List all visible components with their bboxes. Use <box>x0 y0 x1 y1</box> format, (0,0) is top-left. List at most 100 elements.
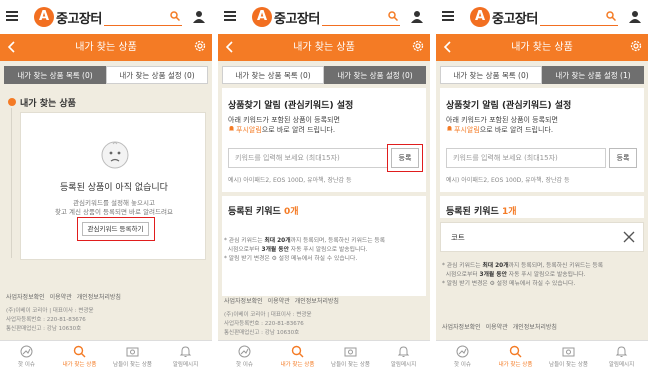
settings-desc-2: 푸시알림으로 바로 알려 드립니다. <box>236 125 335 135</box>
keyword-example: 예시) 아이패드2, EOS 100D, 유아책, 장난감 등 <box>228 177 352 184</box>
search-icon <box>291 345 304 358</box>
section-title: 내가 찾는 상품 <box>20 99 76 109</box>
nav-hot-issue[interactable]: 핫 이슈 <box>0 341 53 370</box>
registered-label: 등록된 키워드 <box>446 207 499 217</box>
close-icon[interactable] <box>623 231 635 243</box>
tab-wanted-settings[interactable]: 내가 찾는 상품 설정 (0) <box>106 66 208 84</box>
register-button[interactable]: 등록 <box>391 148 419 168</box>
footer-info-reg: 사업자등록번호 : 220-81-83676 <box>6 317 86 323</box>
bell-icon <box>397 346 410 357</box>
register-keyword-button[interactable]: 관심키워드 등록하기 <box>82 222 149 236</box>
nav-label: 내가 찾는 상품 <box>498 362 533 368</box>
register-button[interactable]: 등록 <box>609 148 637 168</box>
empty-title: 등록된 상품이 아직 없습니다 <box>60 183 168 193</box>
tab-wanted-settings[interactable]: 내가 찾는 상품 설정 (0) <box>324 66 426 84</box>
footer-link-terms[interactable]: 이용약관 <box>268 298 290 305</box>
user-icon[interactable] <box>411 10 423 23</box>
nav-label: 핫 이슈 <box>454 362 471 368</box>
keyword-input[interactable]: 키워드를 입력해 보세요 (최대15자) <box>446 148 606 168</box>
footer-link-privacy[interactable]: 개인정보처리방침 <box>77 294 121 301</box>
search-icon[interactable] <box>170 11 180 21</box>
empty-state-card: 등록된 상품이 아직 없습니다 관심키워드를 설정해 놓으시고 찾고 계신 상품… <box>20 112 206 260</box>
note-line-3: * 알림 받기 변경은 ⚙ 설정 메뉴에서 하실 수 있습니다. <box>442 281 576 287</box>
registered-label: 등록된 키워드 <box>228 207 281 217</box>
note2-rest: 자동 푸시 알림으로 발송됩니다. <box>288 247 368 253</box>
note2-prefix: 시점으로부터 <box>227 247 262 253</box>
logo-text[interactable]: 중고장터 <box>56 8 102 27</box>
title-bar: 내가 찾는 상품 <box>218 34 430 61</box>
logo-badge[interactable]: A <box>252 7 272 27</box>
nav-notifications[interactable]: 알림메시지 <box>377 341 430 370</box>
bell-icon <box>447 126 452 131</box>
registered-count: 0개 <box>283 207 299 217</box>
tab-wanted-list[interactable]: 내가 찾는 상품 목록 (0) <box>4 66 106 84</box>
gear-icon[interactable] <box>411 39 425 53</box>
footer-links: 사업자정보확인 이용약관 개인정보처리방침 <box>442 322 562 331</box>
registered-title: 등록된 키워드 0개 <box>228 204 299 217</box>
nav-others-wanted[interactable]: 남들이 찾는 상품 <box>106 341 159 370</box>
settings-title: 상품찾기 알림 (관심키워드) 설정 <box>228 101 354 111</box>
gear-icon[interactable] <box>629 39 643 53</box>
settings-desc-2: 푸시알림으로 바로 알려 드립니다. <box>454 125 553 135</box>
footer-link-business[interactable]: 사업자정보확인 <box>6 294 45 301</box>
settings-desc-2-rest: 으로 바로 알려 드립니다. <box>479 126 554 134</box>
footer-info-sales: 통신판매업신고 : 강남 10630호 <box>6 326 82 332</box>
search-icon[interactable] <box>606 11 616 21</box>
tab-wanted-settings[interactable]: 내가 찾는 상품 설정 (1) <box>542 66 644 84</box>
title-bar: 내가 찾는 상품 <box>0 34 212 61</box>
tab-wanted-list[interactable]: 내가 찾는 상품 목록 (0) <box>440 66 542 84</box>
timeline-line <box>11 108 12 258</box>
nav-notifications[interactable]: 알림메시지 <box>595 341 648 370</box>
footer-link-privacy[interactable]: 개인정보처리방침 <box>295 298 339 305</box>
page-title: 내가 찾는 상품 <box>293 42 355 53</box>
settings-desc-2-rest: 으로 바로 알려 드립니다. <box>261 126 336 134</box>
logo-text[interactable]: 중고장터 <box>274 8 320 27</box>
note2-rest: 자동 푸시 알림으로 발송됩니다. <box>506 272 586 278</box>
logo-badge[interactable]: A <box>470 7 490 27</box>
nav-my-wanted[interactable]: 내가 찾는 상품 <box>271 341 324 370</box>
nav-hot-issue[interactable]: 핫 이슈 <box>436 341 489 370</box>
keyword-input[interactable]: 키워드를 입력해 보세요 (최대15자) <box>228 148 388 168</box>
footer-link-terms[interactable]: 이용약관 <box>50 294 72 301</box>
nav-hot-issue[interactable]: 핫 이슈 <box>218 341 271 370</box>
settings-title: 상품찾기 알림 (관심키워드) 설정 <box>446 101 572 111</box>
footer-links: 사업자정보확인 이용약관 개인정보처리방침 <box>6 292 126 301</box>
note-line-3: * 알림 받기 변경은 ⚙ 설정 메뉴에서 하실 수 있습니다. <box>224 256 358 262</box>
hamburger-menu-icon[interactable] <box>442 11 454 21</box>
nav-my-wanted[interactable]: 내가 찾는 상품 <box>489 341 542 370</box>
nav-my-wanted[interactable]: 내가 찾는 상품 <box>53 341 106 370</box>
push-alert-highlight: 푸시알림 <box>454 126 480 134</box>
gear-icon[interactable] <box>193 39 207 53</box>
search-underline <box>104 25 182 26</box>
search-icon <box>73 345 86 358</box>
footer-link-business[interactable]: 사업자정보확인 <box>224 298 263 305</box>
nav-label: 알림메시지 <box>390 362 417 368</box>
nav-others-wanted[interactable]: 남들이 찾는 상품 <box>542 341 595 370</box>
hamburger-menu-icon[interactable] <box>224 11 236 21</box>
user-icon[interactable] <box>629 10 641 23</box>
nav-label: 알림메시지 <box>608 362 635 368</box>
footer-link-privacy[interactable]: 개인정보처리방침 <box>513 324 557 331</box>
nav-others-wanted[interactable]: 남들이 찾는 상품 <box>324 341 377 370</box>
page-title: 내가 찾는 상품 <box>511 42 573 53</box>
footer-links: 사업자정보확인 이용약관 개인정보처리방침 <box>224 296 344 305</box>
bottom-nav: 핫 이슈 내가 찾는 상품 남들이 찾는 상품 알림메시지 <box>218 340 430 370</box>
nav-label: 남들이 찾는 상품 <box>113 362 152 368</box>
note-line-2: 시점으로부터 3개월 동안 자동 푸시 알림으로 발송됩니다. <box>224 246 424 255</box>
user-icon[interactable] <box>193 10 205 23</box>
nav-notifications[interactable]: 알림메시지 <box>159 341 212 370</box>
logo-badge[interactable]: A <box>34 7 54 27</box>
hamburger-menu-icon[interactable] <box>6 11 18 21</box>
keyword-item-text: 코트 <box>451 233 465 242</box>
trend-icon <box>456 345 469 358</box>
search-icon[interactable] <box>388 11 398 21</box>
tab-wanted-list[interactable]: 내가 찾는 상품 목록 (0) <box>222 66 324 84</box>
registered-keywords-card: 등록된 키워드 1개 <box>440 196 644 218</box>
top-header: A 중고장터 <box>436 0 648 34</box>
note1-mid: 까지 등록되며, 등록하신 키워드는 등록 <box>290 238 386 244</box>
footer-link-business[interactable]: 사업자정보확인 <box>442 324 481 331</box>
settings-desc-1: 아래 키워드가 포함된 상품이 등록되면 <box>228 116 340 124</box>
logo-text[interactable]: 중고장터 <box>492 8 538 27</box>
footer-link-terms[interactable]: 이용약관 <box>486 324 508 331</box>
screen-my-wanted-list: A 중고장터 내가 찾는 상품 내가 찾는 상품 목록 (0) 내가 찾는 상품… <box>0 0 212 370</box>
